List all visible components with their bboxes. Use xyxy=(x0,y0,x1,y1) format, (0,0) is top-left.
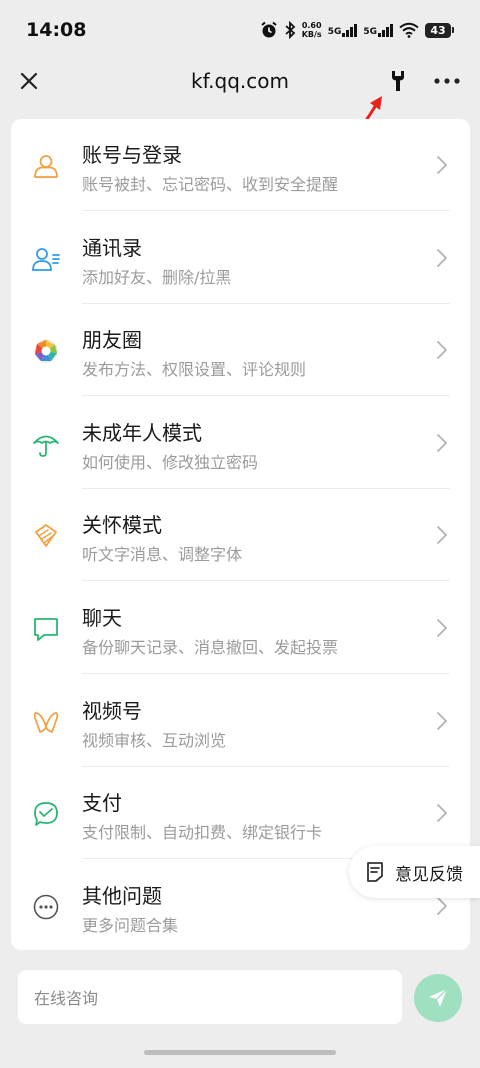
signal-icon-2: 5G xyxy=(363,23,393,37)
menu-item[interactable]: 关怀模式听文字消息、调整字体 xyxy=(11,489,470,582)
chevron-right-icon xyxy=(437,248,447,267)
menu-item-title: 其他问题 xyxy=(82,883,162,908)
signal-label-1: 5G xyxy=(327,26,342,37)
menu-item-description: 备份聊天记录、消息撤回、发起投票 xyxy=(82,638,339,657)
menu-item[interactable]: 账号与登录账号被封、忘记密码、收到安全提醒 xyxy=(11,119,470,211)
close-button[interactable] xyxy=(12,64,46,98)
chevron-right-icon xyxy=(437,619,447,637)
menu-item-title: 关怀模式 xyxy=(82,513,162,538)
status-time: 14:08 xyxy=(26,19,87,41)
chevron-right-icon xyxy=(437,711,447,730)
signal-label-2: 5G xyxy=(363,26,377,37)
nav-bar: kf.qq.com xyxy=(0,60,480,102)
consult-input[interactable]: 在线咨询 xyxy=(18,970,402,1024)
chevron-right-icon xyxy=(437,156,447,174)
menu-item[interactable]: 视频号视频审核、互动浏览 xyxy=(11,675,470,767)
menu-item-description: 发布方法、权限设置、评论规则 xyxy=(82,360,307,380)
menu-item-description: 账号被封、忘记密码、收到安全提醒 xyxy=(82,175,339,194)
battery-icon: 43 xyxy=(425,22,454,38)
feedback-icon xyxy=(367,862,383,882)
feedback-button[interactable]: 意见反馈 xyxy=(349,846,480,898)
menu-item-title: 支付 xyxy=(82,791,122,816)
more-icon xyxy=(434,78,460,84)
help-menu-card: 账号与登录账号被封、忘记密码、收到安全提醒通讯录添加好友、删除/拉黑朋友圈发布方… xyxy=(11,119,470,950)
feedback-label: 意见反馈 xyxy=(395,864,463,885)
menu-item-title: 朋友圈 xyxy=(82,328,142,353)
send-button[interactable] xyxy=(414,974,462,1022)
menu-item[interactable]: 朋友圈发布方法、权限设置、评论规则 xyxy=(11,304,470,397)
menu-item[interactable]: 未成年人模式如何使用、修改独立密码 xyxy=(11,397,470,489)
menu-item-title: 账号与登录 xyxy=(82,143,182,167)
menu-item-description: 支付限制、自动扣费、绑定银行卡 xyxy=(82,823,323,843)
chevron-right-icon xyxy=(437,526,447,545)
care-icon xyxy=(31,521,61,551)
menu-item-title: 未成年人模式 xyxy=(82,420,202,445)
status-icons: 0.60 KB/s 5G 5G 43 xyxy=(260,21,454,39)
contacts-icon xyxy=(31,244,61,274)
net-speed-value: 0.60 xyxy=(301,21,322,30)
chevron-right-icon xyxy=(437,804,447,823)
signal-icon: 5G xyxy=(327,23,358,37)
menu-item-title: 聊天 xyxy=(82,606,122,630)
net-speed: 0.60 KB/s xyxy=(302,21,322,39)
alarm-icon xyxy=(261,21,277,38)
chevron-right-icon xyxy=(437,896,447,915)
menu-item-description: 添加好友、删除/拉黑 xyxy=(82,267,232,287)
status-bar: 14:08 0.60 KB/s 5G 5G 43 xyxy=(0,0,480,60)
menu-item-title: 视频号 xyxy=(82,698,142,723)
chevron-right-icon xyxy=(437,341,447,360)
channels-icon xyxy=(31,707,61,737)
user-icon xyxy=(31,151,61,181)
close-icon xyxy=(20,72,38,90)
home-indicator xyxy=(144,1050,336,1055)
battery-level: 43 xyxy=(425,22,451,38)
umbrella-icon xyxy=(31,429,61,459)
more-circle-icon xyxy=(31,892,61,922)
menu-item-description: 如何使用、修改独立密码 xyxy=(82,452,259,472)
wrench-icon xyxy=(392,71,404,91)
chevron-right-icon xyxy=(437,433,447,452)
net-speed-unit: KB/s xyxy=(301,30,322,39)
tool-button[interactable] xyxy=(384,64,412,98)
menu-item[interactable]: 聊天备份聊天记录、消息撤回、发起投票 xyxy=(11,582,470,674)
menu-item[interactable]: 通讯录添加好友、删除/拉黑 xyxy=(11,212,470,304)
bluetooth-icon xyxy=(285,21,296,39)
send-icon xyxy=(429,988,448,1007)
chat-icon xyxy=(31,614,61,644)
menu-item-title: 通讯录 xyxy=(82,235,142,260)
moments-icon xyxy=(31,336,61,366)
more-button[interactable] xyxy=(428,64,466,98)
consult-input-placeholder: 在线咨询 xyxy=(34,989,99,1008)
pay-icon xyxy=(31,799,61,829)
menu-item-description: 视频审核、互动浏览 xyxy=(82,730,227,750)
wifi-icon xyxy=(399,22,419,38)
menu-item-description: 听文字消息、调整字体 xyxy=(82,545,243,565)
menu-item-description: 更多问题合集 xyxy=(82,915,179,935)
